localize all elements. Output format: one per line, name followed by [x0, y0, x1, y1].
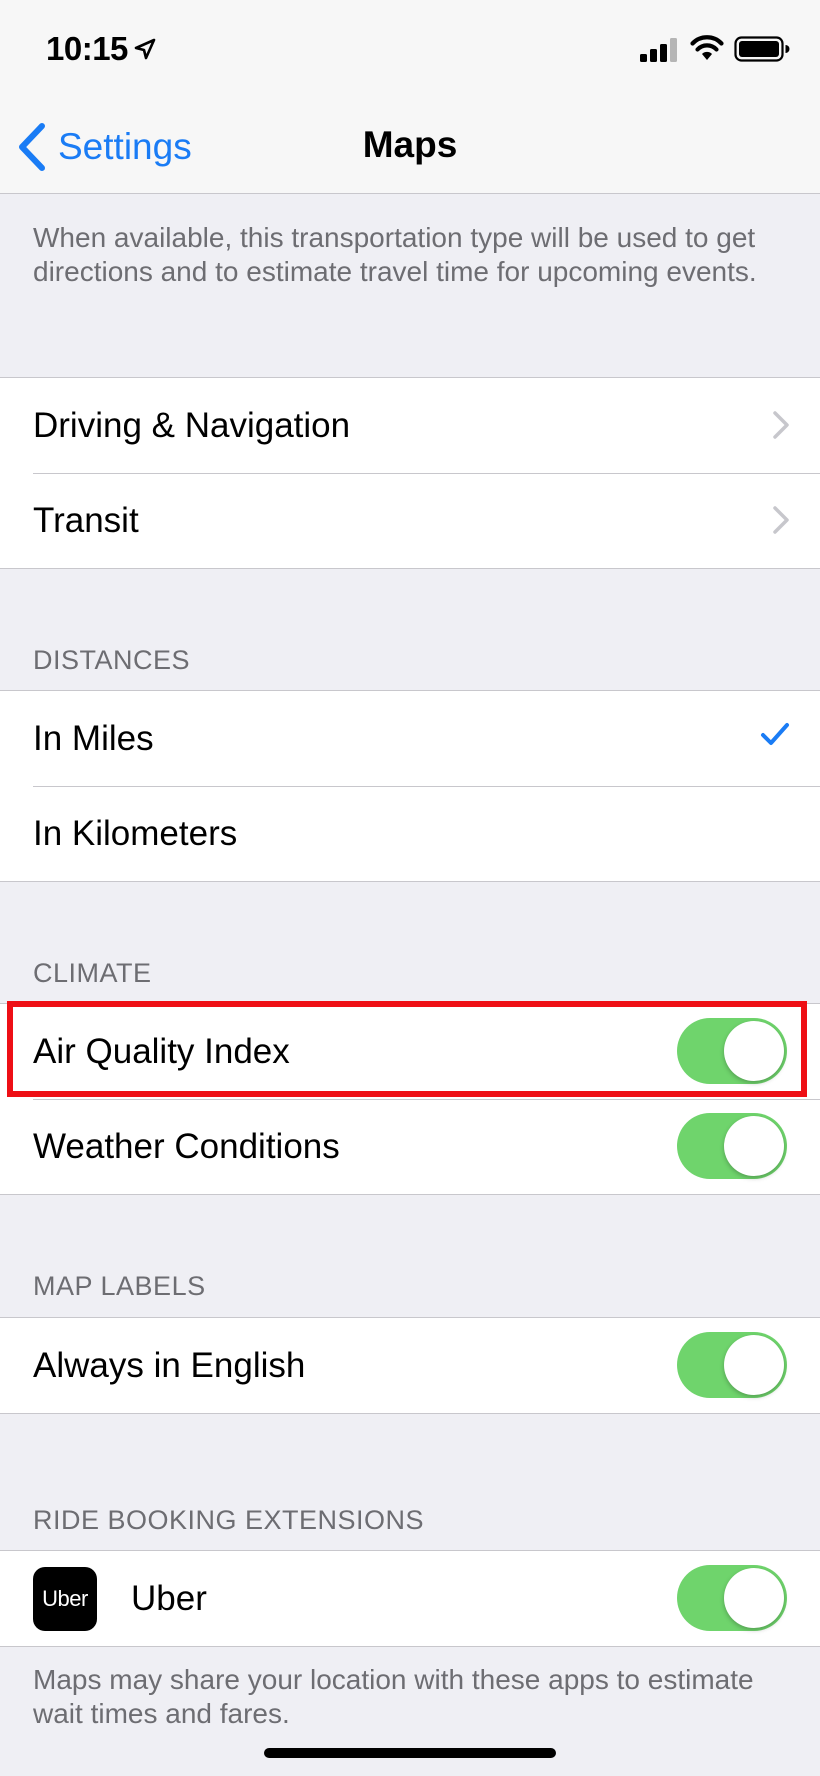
- page-title: Maps: [362, 124, 458, 165]
- toggle-knob: [724, 1021, 784, 1081]
- always-in-english-toggle[interactable]: [677, 1332, 787, 1398]
- weather-conditions-row: Weather Conditions: [0, 1099, 820, 1194]
- status-time: 10:15: [46, 30, 128, 67]
- row-label: Driving & Navigation: [33, 405, 351, 445]
- row-label: Air Quality Index: [33, 1031, 290, 1071]
- uber-logo: Uber: [33, 1566, 97, 1631]
- in-kilometers-row[interactable]: In Kilometers: [0, 786, 820, 881]
- row-label: In Kilometers: [33, 813, 238, 853]
- distances-header: DISTANCES: [33, 645, 191, 675]
- navigation-options-group: Driving & Navigation Transit: [0, 377, 820, 569]
- chevron-right-icon: [773, 411, 789, 439]
- wifi-icon: [690, 35, 724, 60]
- location-arrow-icon: [134, 38, 156, 60]
- air-quality-index-toggle[interactable]: [677, 1018, 787, 1084]
- driving-navigation-row[interactable]: Driving & Navigation: [0, 378, 820, 473]
- in-miles-row[interactable]: In Miles: [0, 691, 820, 786]
- row-label: Weather Conditions: [33, 1126, 340, 1166]
- climate-group: Air Quality Index Weather Conditions: [0, 1003, 820, 1195]
- air-quality-index-row: Air Quality Index: [0, 1004, 820, 1099]
- status-bar: 10:15: [0, 0, 820, 100]
- uber-row: Uber Uber: [0, 1551, 820, 1646]
- row-label: In Miles: [33, 718, 154, 758]
- navigation-bar: Settings Maps: [0, 100, 820, 194]
- home-indicator[interactable]: [264, 1748, 556, 1758]
- toggle-knob: [724, 1116, 784, 1176]
- weather-conditions-toggle[interactable]: [677, 1113, 787, 1179]
- ride-booking-group: Uber Uber: [0, 1550, 820, 1647]
- transport-footer-text: When available, this transportation type…: [33, 222, 757, 287]
- uber-toggle[interactable]: [677, 1565, 787, 1631]
- ride-booking-header: RIDE BOOKING EXTENSIONS: [33, 1505, 425, 1535]
- transit-row[interactable]: Transit: [0, 473, 820, 568]
- always-in-english-row: Always in English: [0, 1318, 820, 1413]
- row-label: Uber: [131, 1578, 207, 1618]
- toggle-knob: [724, 1568, 784, 1628]
- cellular-signal-icon: [640, 38, 677, 62]
- row-label: Always in English: [33, 1345, 306, 1385]
- battery-icon: [734, 36, 790, 62]
- ride-booking-footer-text: Maps may share your location with these …: [33, 1664, 754, 1729]
- chevron-right-icon: [773, 506, 789, 534]
- distances-group: In Miles In Kilometers: [0, 690, 820, 882]
- row-label: Transit: [33, 500, 139, 540]
- climate-header: CLIMATE: [33, 958, 152, 988]
- checkmark-icon: [761, 723, 789, 745]
- map-labels-group: Always in English: [0, 1317, 820, 1414]
- toggle-knob: [724, 1335, 784, 1395]
- map-labels-header: MAP LABELS: [33, 1271, 206, 1301]
